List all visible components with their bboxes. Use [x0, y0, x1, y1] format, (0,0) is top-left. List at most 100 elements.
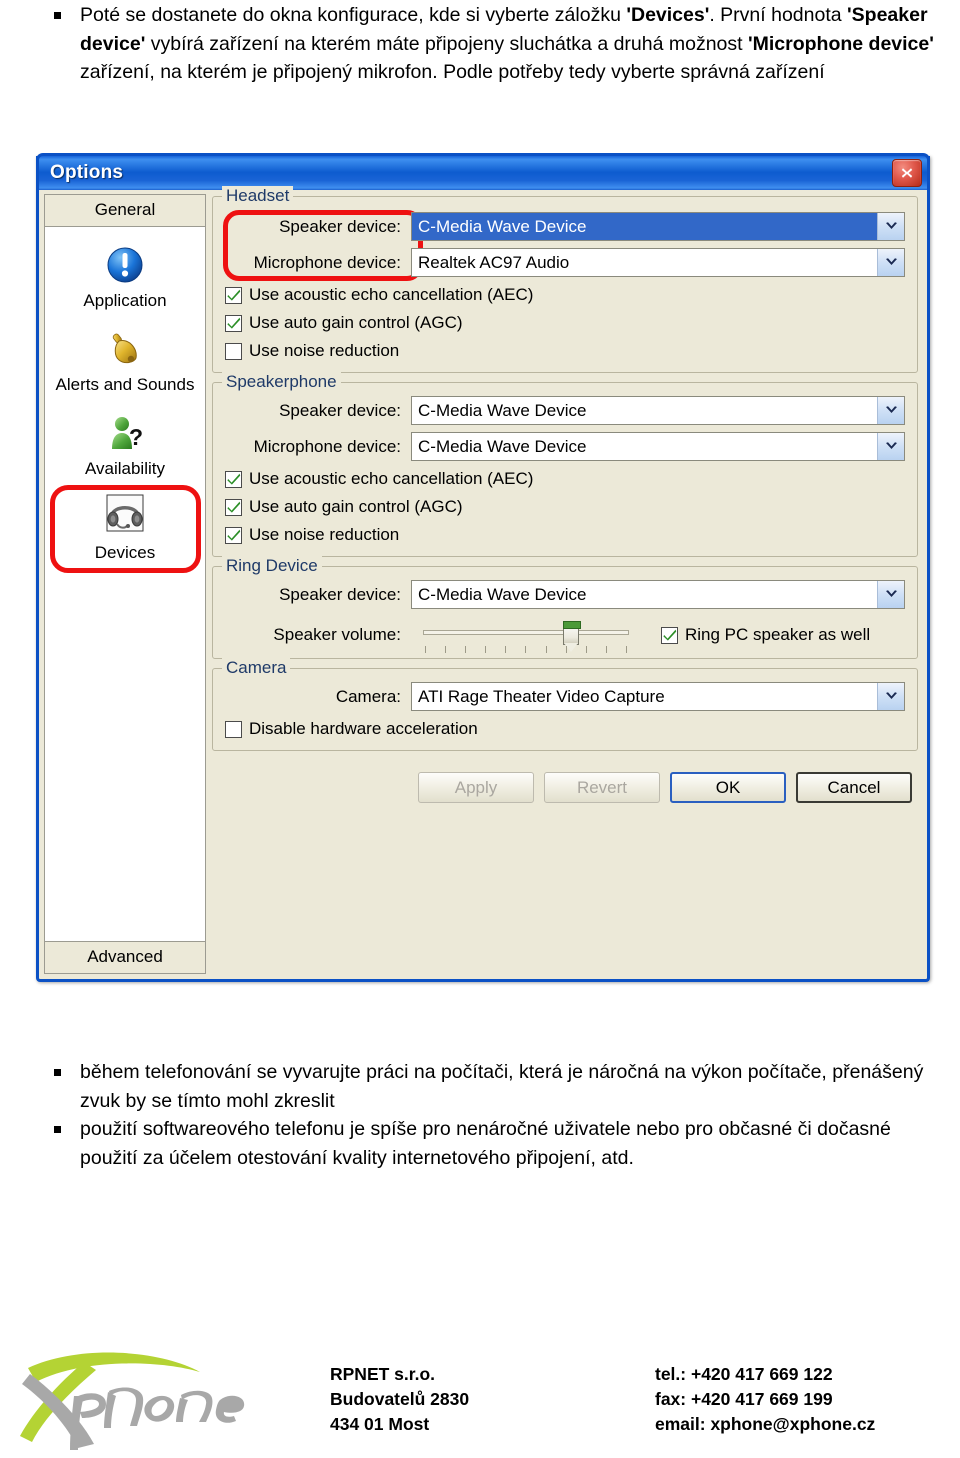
- ring-pc-speaker-checkbox[interactable]: Ring PC speaker as well: [661, 625, 870, 645]
- bell-icon: [45, 325, 205, 373]
- person-question-icon: ?: [45, 409, 205, 457]
- headset-agc-checkbox[interactable]: Use auto gain control (AGC): [225, 313, 905, 333]
- dialog-button-bar: Apply Revert OK Cancel: [212, 760, 918, 803]
- company-street: Budovatelů 2830: [330, 1389, 470, 1409]
- slider-tick-marks: [425, 646, 627, 654]
- headset-speaker-device-row: Speaker device: C-Media Wave Device: [225, 212, 905, 241]
- speakerphone-speaker-device-value: C-Media Wave Device: [418, 400, 587, 420]
- company-fax: fax: +420 417 669 199: [655, 1389, 833, 1409]
- ring-speaker-volume-row: Speaker volume: Ring PC speaker as well: [225, 616, 905, 654]
- options-dialog: Options General Application Alerts and S…: [36, 153, 930, 982]
- ring-device-group: Ring Device Speaker device: C-Media Wave…: [212, 556, 918, 659]
- checkbox-checked-icon: [225, 470, 242, 488]
- camera-device-label: Camera:: [335, 686, 401, 706]
- ring-speaker-volume-label: Speaker volume:: [273, 625, 401, 644]
- camera-device-row: Camera: ATI Rage Theater Video Capture: [225, 682, 905, 711]
- speakerphone-microphone-device-row: Microphone device: C-Media Wave Device: [225, 432, 905, 461]
- intro-paragraph-text: Poté se dostanete do okna konfigurace, k…: [80, 4, 934, 83]
- speakerphone-agc-label: Use auto gain control (AGC): [249, 497, 463, 516]
- close-icon[interactable]: [892, 159, 922, 187]
- sidebar-item-availability[interactable]: ? Availability: [45, 403, 205, 487]
- devices-settings-panel: Headset Speaker device: C-Media Wave Dev…: [206, 186, 922, 974]
- ring-speaker-volume-slider[interactable]: [415, 616, 637, 654]
- sidebar-item-alerts-and-sounds[interactable]: Alerts and Sounds: [45, 319, 205, 403]
- speakerphone-microphone-device-combo[interactable]: C-Media Wave Device: [411, 432, 905, 461]
- ring-speaker-device-value: C-Media Wave Device: [418, 584, 587, 604]
- speakerphone-aec-label: Use acoustic echo cancellation (AEC): [249, 469, 534, 488]
- ring-device-group-legend: Ring Device: [222, 556, 322, 576]
- sidebar-tab-general[interactable]: General: [45, 195, 205, 227]
- speakerphone-speaker-device-label: Speaker device:: [279, 400, 401, 420]
- company-address-block: RPNET s.r.o. Budovatelů 2830 434 01 Most: [330, 1362, 469, 1437]
- speakerphone-noise-reduction-checkbox[interactable]: Use noise reduction: [225, 525, 905, 545]
- speakerphone-agc-checkbox[interactable]: Use auto gain control (AGC): [225, 497, 905, 517]
- sidebar-tab-advanced[interactable]: Advanced: [45, 941, 205, 973]
- camera-group: Camera Camera: ATI Rage Theater Video Ca…: [212, 658, 918, 751]
- headset-icon: [45, 493, 205, 541]
- svg-text:?: ?: [129, 424, 143, 450]
- camera-group-legend: Camera: [222, 658, 291, 678]
- speakerphone-speaker-device-combo[interactable]: C-Media Wave Device: [411, 396, 905, 425]
- headset-noise-reduction-label: Use noise reduction: [249, 341, 400, 360]
- notes-bullet-item: použití softwareového telefonu je spíše …: [40, 1115, 946, 1172]
- headset-speaker-device-value: C-Media Wave Device: [412, 213, 877, 240]
- slider-thumb[interactable]: [563, 621, 581, 652]
- headset-microphone-device-label: Microphone device:: [253, 252, 401, 272]
- speakerphone-group: Speakerphone Speaker device: C-Media Wav…: [212, 372, 918, 557]
- chevron-down-icon[interactable]: [877, 397, 904, 424]
- camera-disable-hw-accel-label: Disable hardware acceleration: [249, 719, 478, 738]
- dialog-body: General Application Alerts and Sounds ? …: [39, 186, 927, 979]
- checkbox-unchecked-icon: [225, 720, 242, 738]
- headset-group-legend: Headset: [222, 186, 294, 206]
- ok-button[interactable]: OK: [670, 772, 786, 803]
- sidebar-item-label: Availability: [84, 459, 165, 478]
- intro-bullet-item: Poté se dostanete do okna konfigurace, k…: [40, 1, 946, 87]
- intro-text-block: Poté se dostanete do okna konfigurace, k…: [0, 1, 960, 87]
- sidebar-item-application[interactable]: Application: [45, 235, 205, 319]
- revert-button[interactable]: Revert: [544, 772, 660, 803]
- ring-speaker-device-row: Speaker device: C-Media Wave Device: [225, 580, 905, 609]
- ring-speaker-device-combo[interactable]: C-Media Wave Device: [411, 580, 905, 609]
- options-sidebar: General Application Alerts and Sounds ? …: [44, 194, 206, 974]
- headset-microphone-device-combo[interactable]: Realtek AC97 Audio: [411, 248, 905, 277]
- headset-aec-label: Use acoustic echo cancellation (AEC): [249, 285, 534, 304]
- camera-device-combo[interactable]: ATI Rage Theater Video Capture: [411, 682, 905, 711]
- headset-agc-label: Use auto gain control (AGC): [249, 313, 463, 332]
- chevron-down-icon[interactable]: [877, 683, 904, 710]
- company-city: 434 01 Most: [330, 1414, 430, 1434]
- sidebar-item-devices[interactable]: Devices: [45, 485, 205, 573]
- notes-bullet-item: během telefonování se vyvarujte práci na…: [40, 1058, 946, 1115]
- notes-text-block: během telefonování se vyvarujte práci na…: [0, 1058, 960, 1172]
- dialog-title: Options: [50, 162, 124, 183]
- chevron-down-icon[interactable]: [877, 433, 904, 460]
- camera-disable-hw-accel-checkbox[interactable]: Disable hardware acceleration: [225, 719, 905, 739]
- company-email: email: xphone@xphone.cz: [655, 1414, 876, 1434]
- dialog-titlebar[interactable]: Options: [36, 153, 930, 190]
- speakerphone-aec-checkbox[interactable]: Use acoustic echo cancellation (AEC): [225, 469, 905, 489]
- info-circle-icon: [45, 241, 205, 289]
- chevron-down-icon[interactable]: [877, 581, 904, 608]
- notes-bullet-list: během telefonování se vyvarujte práci na…: [40, 1058, 946, 1172]
- chevron-down-icon[interactable]: [877, 213, 904, 240]
- headset-noise-reduction-checkbox[interactable]: Use noise reduction: [225, 341, 905, 361]
- headset-microphone-device-row: Microphone device: Realtek AC97 Audio: [225, 248, 905, 277]
- intro-bullet-list: Poté se dostanete do okna konfigurace, k…: [40, 1, 946, 87]
- xphone-logo: [10, 1348, 260, 1453]
- checkbox-unchecked-icon: [225, 342, 242, 360]
- cancel-button[interactable]: Cancel: [796, 772, 912, 803]
- speakerphone-microphone-device-label: Microphone device:: [253, 436, 401, 456]
- chevron-down-icon[interactable]: [877, 249, 904, 276]
- company-tel: tel.: +420 417 669 122: [655, 1364, 833, 1384]
- slider-track: [423, 630, 629, 635]
- headset-group: Headset Speaker device: C-Media Wave Dev…: [212, 186, 918, 373]
- sidebar-item-list: Application Alerts and Sounds ? Availabi…: [45, 227, 205, 941]
- checkbox-checked-icon: [225, 286, 242, 304]
- apply-button[interactable]: Apply: [418, 772, 534, 803]
- headset-aec-checkbox[interactable]: Use acoustic echo cancellation (AEC): [225, 285, 905, 305]
- page-footer: RPNET s.r.o. Budovatelů 2830 434 01 Most…: [0, 1352, 960, 1451]
- headset-speaker-device-combo[interactable]: C-Media Wave Device: [411, 212, 905, 241]
- checkbox-checked-icon: [225, 314, 242, 332]
- speakerphone-speaker-device-row: Speaker device: C-Media Wave Device: [225, 396, 905, 425]
- headset-speaker-device-label: Speaker device:: [279, 216, 401, 236]
- checkbox-checked-icon: [225, 498, 242, 516]
